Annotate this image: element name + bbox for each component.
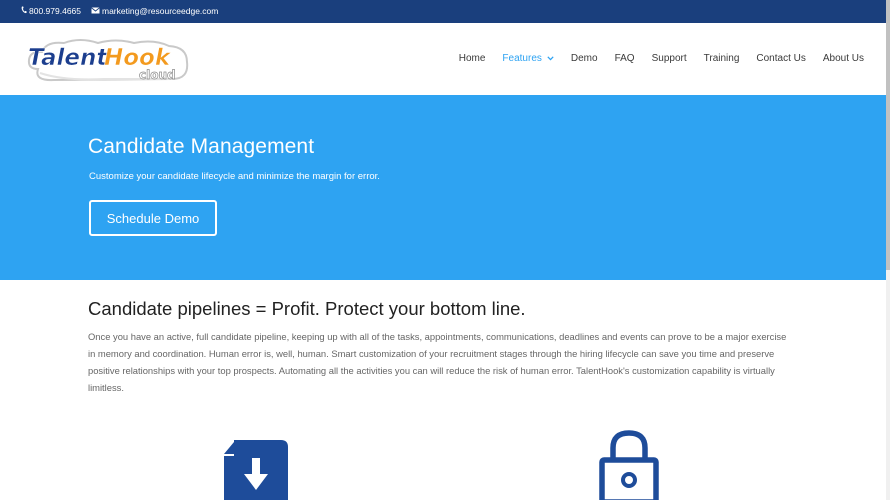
nav-features-label: Features — [502, 53, 542, 64]
top-info-bar: 800.979.4665 marketing@resourceedge.com — [0, 0, 886, 23]
nav-demo-label: Demo — [570, 53, 598, 64]
nav-contact-us[interactable]: Contact Us — [756, 53, 805, 64]
email-contact[interactable]: marketing@resourceedge.com — [91, 6, 218, 17]
main-navigation: Home Features Demo FAQ Support Training … — [442, 53, 864, 64]
phone-icon — [21, 6, 27, 17]
schedule-demo-button[interactable]: Schedule Demo — [89, 200, 217, 236]
nav-home-label: Home — [458, 53, 486, 64]
nav-faq[interactable]: FAQ — [615, 53, 635, 64]
nav-home[interactable]: Home — [459, 53, 486, 64]
hero-section: Candidate Management Customize your cand… — [0, 95, 886, 280]
phone-contact[interactable]: 800.979.4665 — [21, 6, 81, 17]
site-header: Talent Hook cloud Home Features Demo FAQ… — [0, 23, 886, 95]
chevron-down-icon — [547, 56, 554, 61]
hero-title: Candidate Management — [88, 135, 315, 158]
page-scrollbar[interactable] — [886, 0, 890, 500]
envelope-icon — [91, 6, 100, 17]
phone-number: 800.979.4665 — [29, 6, 81, 16]
email-address: marketing@resourceedge.com — [102, 6, 219, 16]
svg-text:Talent: Talent — [28, 45, 108, 71]
nav-support[interactable]: Support — [652, 53, 687, 64]
nav-demo[interactable]: Demo — [571, 53, 598, 64]
nav-support-label: Support — [651, 53, 687, 64]
section-title: Candidate pipelines = Profit. Protect yo… — [88, 298, 526, 319]
nav-about-us[interactable]: About Us — [823, 53, 864, 64]
content-section: Candidate pipelines = Profit. Protect yo… — [88, 298, 793, 396]
svg-text:cloud: cloud — [139, 68, 176, 82]
nav-faq-label: FAQ — [614, 53, 635, 64]
hero-subtitle: Customize your candidate lifecycle and m… — [89, 171, 380, 182]
nav-about-us-label: About Us — [822, 53, 864, 64]
lock-icon — [599, 430, 659, 500]
nav-contact-us-label: Contact Us — [756, 53, 806, 64]
nav-training-label: Training — [703, 53, 740, 64]
nav-features[interactable]: Features — [502, 53, 554, 64]
section-body: Once you have an active, full candidate … — [88, 331, 787, 393]
scrollbar-thumb[interactable] — [886, 0, 890, 270]
nav-training[interactable]: Training — [704, 53, 740, 64]
download-icon — [222, 440, 290, 500]
talenthook-logo[interactable]: Talent Hook cloud — [24, 35, 192, 85]
